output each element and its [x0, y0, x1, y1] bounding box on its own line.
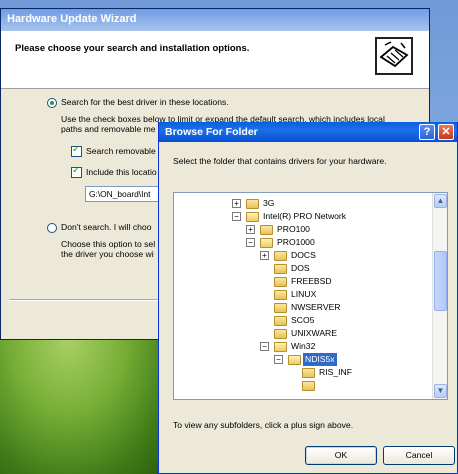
folder-icon — [274, 277, 287, 287]
folder-icon — [274, 264, 287, 274]
folder-icon — [274, 251, 287, 261]
dont-search-radio[interactable] — [47, 223, 57, 233]
folder-icon — [274, 303, 287, 313]
folder-tree[interactable]: + 3G − Intel(R) PRO Network + PRO100 − P… — [173, 192, 448, 400]
help-button[interactable]: ? — [419, 124, 435, 140]
search-removable-label: Search removable — [86, 146, 156, 156]
tree-item-label: PRO100 — [277, 224, 310, 234]
hardware-icon — [375, 37, 413, 75]
tree-item-label: RIS_INF — [319, 367, 352, 377]
tree-item-label: Win32 — [291, 341, 316, 351]
collapse-icon[interactable]: − — [232, 212, 241, 221]
dialog-title-bar: Browse For Folder ? ✕ — [159, 122, 457, 142]
tree-item-label-selected: NDIS5x — [303, 353, 337, 366]
collapse-icon[interactable]: − — [260, 342, 269, 351]
tree-item-label: PRO1000 — [277, 237, 315, 247]
search-removable-checkbox[interactable] — [71, 144, 82, 157]
collapse-icon[interactable]: − — [274, 355, 283, 364]
folder-open-icon — [274, 342, 287, 352]
cancel-button[interactable]: Cancel — [383, 446, 455, 465]
tree-item-label: UNIXWARE — [291, 328, 337, 338]
folder-icon — [246, 199, 259, 209]
ok-button[interactable]: OK — [305, 446, 377, 465]
folder-icon — [302, 381, 315, 391]
wizard-title: Hardware Update Wizard — [1, 9, 429, 31]
folder-icon — [302, 368, 315, 378]
expand-icon[interactable]: + — [232, 199, 241, 208]
close-button[interactable]: ✕ — [438, 124, 454, 140]
folder-icon — [260, 225, 273, 235]
expand-icon[interactable]: + — [246, 225, 255, 234]
tree-item-label: SCO5 — [291, 315, 315, 325]
include-location-checkbox[interactable] — [71, 165, 82, 178]
folder-open-icon — [260, 238, 273, 248]
tree-item-label: DOS — [291, 263, 310, 273]
wizard-header: Please choose your search and installati… — [1, 31, 429, 89]
desktop-hills — [0, 340, 170, 474]
collapse-icon[interactable]: − — [246, 238, 255, 247]
tree-scrollbar[interactable]: ▲ ▼ — [432, 193, 447, 399]
dont-search-description-line2: the driver you choose wi — [61, 249, 154, 259]
tree-item-label: FREEBSD — [291, 276, 332, 286]
include-location-label: Include this locatio — [86, 167, 157, 177]
scroll-down-icon[interactable]: ▼ — [434, 384, 447, 398]
folder-open-icon — [288, 355, 301, 365]
tree-item-label: NWSERVER — [291, 302, 341, 312]
scroll-up-icon[interactable]: ▲ — [434, 194, 447, 208]
folder-open-icon — [246, 212, 259, 222]
search-radio[interactable] — [47, 98, 57, 108]
dialog-hint: To view any subfolders, click a plus sig… — [173, 420, 354, 430]
scroll-thumb[interactable] — [434, 251, 447, 311]
dialog-title: Browse For Folder — [165, 126, 258, 138]
search-description-line2: paths and removable me — [61, 124, 156, 134]
dont-search-label: Don't search. I will choo — [61, 222, 152, 232]
dont-search-description-line1: Choose this option to sel — [61, 239, 156, 249]
wizard-heading: Please choose your search and installati… — [15, 43, 250, 54]
tree-item-label: 3G — [263, 198, 275, 208]
expand-icon[interactable]: + — [260, 251, 269, 260]
folder-icon — [274, 316, 287, 326]
search-option-label: Search for the best driver in these loca… — [61, 97, 229, 107]
folder-icon — [274, 329, 287, 339]
dialog-description: Select the folder that contains drivers … — [173, 156, 387, 166]
tree-item-label: LINUX — [291, 289, 317, 299]
browse-for-folder-dialog: Browse For Folder ? ✕ Select the folder … — [158, 122, 458, 474]
folder-icon — [274, 290, 287, 300]
tree-item-label: Intel(R) PRO Network — [263, 211, 347, 221]
tree-item-label: DOCS — [291, 250, 316, 260]
